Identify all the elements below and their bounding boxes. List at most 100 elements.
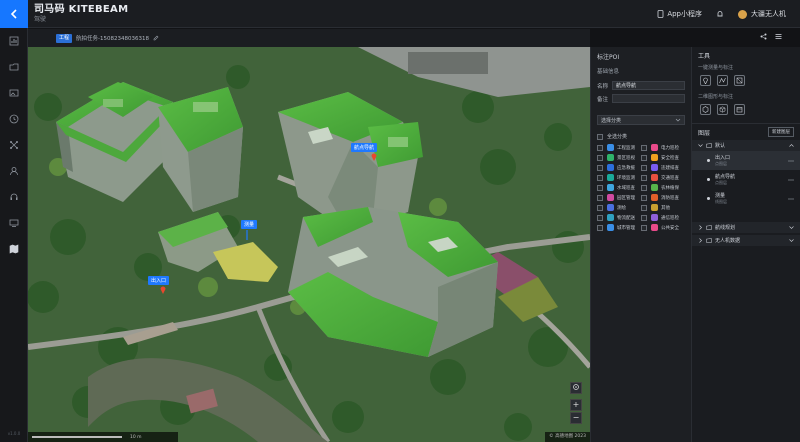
category-checkbox[interactable]: 城市管理 bbox=[597, 224, 641, 231]
chevron-right-icon bbox=[699, 238, 702, 243]
category-checkbox[interactable]: 景区巡视 bbox=[597, 154, 641, 161]
map-icon bbox=[9, 244, 19, 254]
more-icon[interactable] bbox=[788, 177, 794, 183]
category-checkbox[interactable]: 农林植保 bbox=[641, 184, 685, 191]
nav-devices[interactable] bbox=[0, 210, 28, 236]
layers-panel: 工具 一键测量与标注 二维图形与标注 图层 新建图层 默认 出入口 点图层 航点… bbox=[691, 47, 800, 442]
category-checkbox[interactable]: 环境监测 bbox=[597, 174, 641, 181]
checkbox-box bbox=[641, 204, 647, 211]
checkbox-box bbox=[641, 214, 647, 221]
zoom-out-button[interactable]: − bbox=[570, 412, 582, 424]
project-tag: 工程 bbox=[56, 33, 73, 43]
category-checkbox[interactable]: 消防巡查 bbox=[641, 194, 685, 201]
poi-name-input[interactable]: 航点导航 bbox=[612, 81, 685, 90]
category-checkbox[interactable]: 测绘 bbox=[597, 204, 641, 211]
shape-tool-1[interactable] bbox=[700, 104, 711, 115]
category-checkbox[interactable]: 水域巡查 bbox=[597, 184, 641, 191]
point-tool-button[interactable] bbox=[700, 75, 711, 86]
category-label: 交通巡查 bbox=[661, 175, 679, 181]
checkbox-box bbox=[641, 174, 647, 181]
nav-drone[interactable] bbox=[0, 132, 28, 158]
visibility-dot-icon[interactable] bbox=[706, 196, 711, 201]
category-label: 其他 bbox=[661, 205, 670, 211]
nav-history[interactable] bbox=[0, 106, 28, 132]
layers-header: 图层 新建图层 bbox=[692, 123, 800, 140]
category-icon bbox=[607, 214, 614, 221]
app-link[interactable]: App小程序 bbox=[657, 9, 702, 19]
category-label: 违建排查 bbox=[661, 165, 679, 171]
shape-tool-2[interactable] bbox=[717, 104, 728, 115]
category-checkbox[interactable]: 应急救援 bbox=[597, 164, 641, 171]
layer-folder[interactable]: 无人机数据 bbox=[692, 235, 800, 246]
category-icon bbox=[607, 204, 614, 211]
user-menu[interactable]: 大疆无人机 bbox=[738, 9, 786, 19]
category-checkbox[interactable]: 园区管理 bbox=[597, 194, 641, 201]
poi-panel: 标注POI 基础信息 名称 航点导航 备注 选择分类 全选分类 工程监测 电力巡检… bbox=[590, 47, 691, 442]
layer-item[interactable]: 航点导航 点图层 bbox=[692, 170, 800, 189]
shape-tool-3[interactable] bbox=[734, 104, 745, 115]
visibility-dot-icon[interactable] bbox=[706, 177, 711, 182]
checkbox-box bbox=[597, 194, 603, 201]
notification-button[interactable] bbox=[716, 10, 724, 18]
category-checkbox[interactable]: 公共安全 bbox=[641, 224, 685, 231]
phone-icon bbox=[657, 10, 664, 18]
zoom-in-button[interactable]: + bbox=[570, 399, 582, 411]
poi-type-select[interactable]: 选择分类 bbox=[597, 115, 685, 125]
box-icon bbox=[736, 107, 743, 113]
category-icon bbox=[607, 164, 614, 171]
user-name: 大疆无人机 bbox=[751, 10, 786, 18]
checkbox-box bbox=[597, 214, 603, 221]
map-locate-button[interactable] bbox=[570, 382, 582, 394]
category-checkbox[interactable]: 物流配送 bbox=[597, 214, 641, 221]
select-all-checkbox[interactable]: 全选分类 bbox=[591, 131, 691, 142]
more-icon[interactable] bbox=[788, 158, 794, 164]
checkbox-box bbox=[641, 144, 647, 151]
nav-support[interactable] bbox=[0, 184, 28, 210]
more-icon[interactable] bbox=[788, 196, 794, 202]
category-label: 农林植保 bbox=[661, 185, 679, 191]
menu-icon[interactable] bbox=[775, 33, 782, 40]
poi-desc-input[interactable] bbox=[612, 94, 685, 103]
layer-item[interactable]: 出入口 点图层 bbox=[692, 151, 800, 170]
nav-media[interactable] bbox=[0, 80, 28, 106]
category-icon bbox=[607, 144, 614, 151]
area-tool-button[interactable] bbox=[734, 75, 745, 86]
category-checkbox[interactable]: 电力巡检 bbox=[641, 144, 685, 151]
brand-title: 司马码 KITEBEAM bbox=[34, 3, 129, 15]
share-icon[interactable] bbox=[760, 33, 767, 40]
back-button[interactable] bbox=[0, 0, 28, 28]
map-view[interactable]: 航点导航 出入口 测量 + − 10 m © 高德地图 2023 bbox=[28, 47, 590, 442]
poi-desc-label: 备注 bbox=[597, 96, 609, 103]
layer-folder-default[interactable]: 默认 bbox=[692, 140, 800, 151]
visibility-dot-icon[interactable] bbox=[706, 158, 711, 163]
shape-tools bbox=[692, 102, 800, 119]
category-checkbox[interactable]: 通信巡检 bbox=[641, 214, 685, 221]
category-label: 消防巡查 bbox=[661, 195, 679, 201]
nav-dashboard[interactable] bbox=[0, 28, 28, 54]
category-checkbox[interactable]: 交通巡查 bbox=[641, 174, 685, 181]
nav-projects[interactable] bbox=[0, 54, 28, 80]
nav-user[interactable] bbox=[0, 158, 28, 184]
line-tool-button[interactable] bbox=[717, 75, 728, 86]
poi-desc-field: 备注 bbox=[591, 92, 691, 105]
edit-icon[interactable] bbox=[153, 35, 159, 41]
locate-icon bbox=[573, 384, 579, 390]
checkbox-box bbox=[597, 154, 603, 161]
category-icon bbox=[651, 154, 658, 161]
category-checkbox[interactable]: 工程监测 bbox=[597, 144, 641, 151]
brand-subtitle: 驾驶 bbox=[34, 15, 47, 23]
nav-map[interactable] bbox=[0, 236, 28, 262]
category-checkbox[interactable]: 安全检查 bbox=[641, 154, 685, 161]
poi-type-select-value: 选择分类 bbox=[601, 118, 622, 124]
layer-folder[interactable]: 航线规划 bbox=[692, 222, 800, 233]
new-layer-button[interactable]: 新建图层 bbox=[768, 127, 794, 137]
flag-pole-icon bbox=[246, 230, 248, 240]
category-icon bbox=[651, 224, 658, 231]
chart-icon bbox=[9, 36, 19, 46]
layer-item[interactable]: 测量 线图层 bbox=[692, 189, 800, 208]
category-checkbox[interactable]: 其他 bbox=[641, 204, 685, 211]
map-marker-label: 航点导航 bbox=[351, 143, 378, 152]
category-checkbox[interactable]: 违建排查 bbox=[641, 164, 685, 171]
category-icon bbox=[651, 204, 658, 211]
polygon-icon bbox=[736, 77, 743, 84]
